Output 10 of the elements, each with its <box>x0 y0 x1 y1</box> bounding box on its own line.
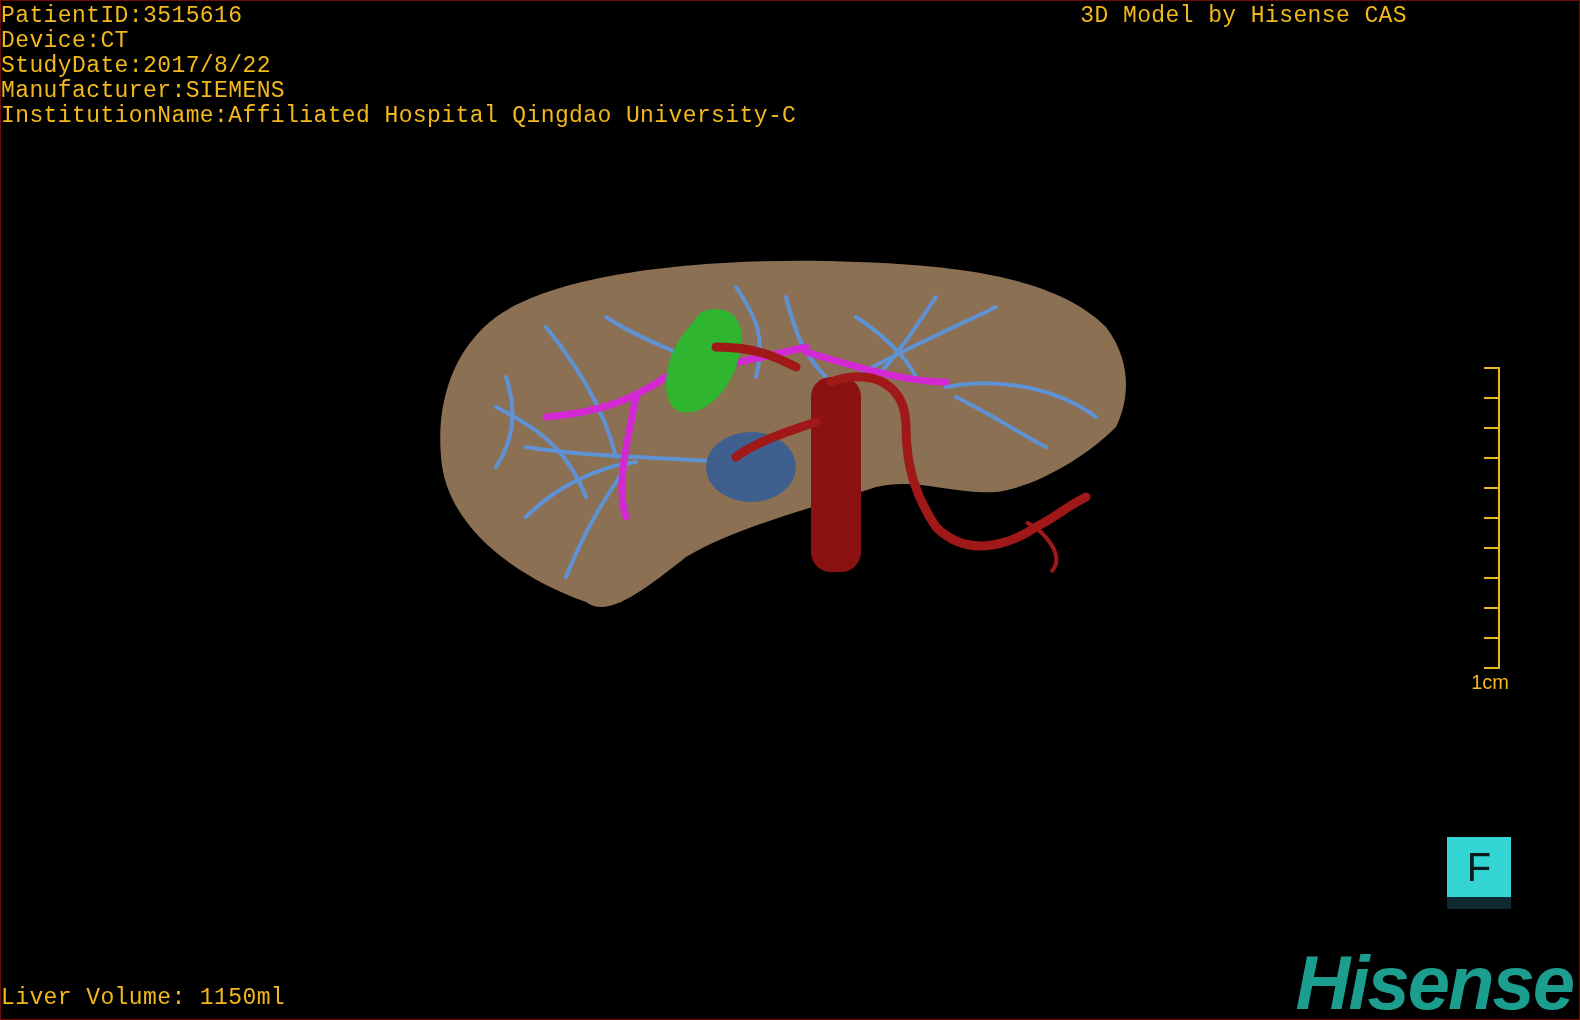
viewer-title: 3D Model by Hisense CAS <box>1080 4 1407 29</box>
liver-volume-text: Liver Volume: 1150ml <box>1 986 286 1013</box>
patient-info-text: Manufacturer:SIEMENS <box>1 79 287 104</box>
patient-info-text: PatientID:3515616 <box>1 4 244 29</box>
patient-info-text: Device:CT <box>1 29 130 54</box>
hisense-logo: Hisense <box>1295 947 1573 1019</box>
scale-label: 1cm <box>1471 671 1509 694</box>
patient-info-text: InstitutionName:Affiliated Hospital Qingdao University-C <box>1 104 797 129</box>
patient-info-text: StudyDate:2017/8/22 <box>1 54 272 79</box>
view-orientation-button[interactable]: F <box>1447 837 1511 909</box>
